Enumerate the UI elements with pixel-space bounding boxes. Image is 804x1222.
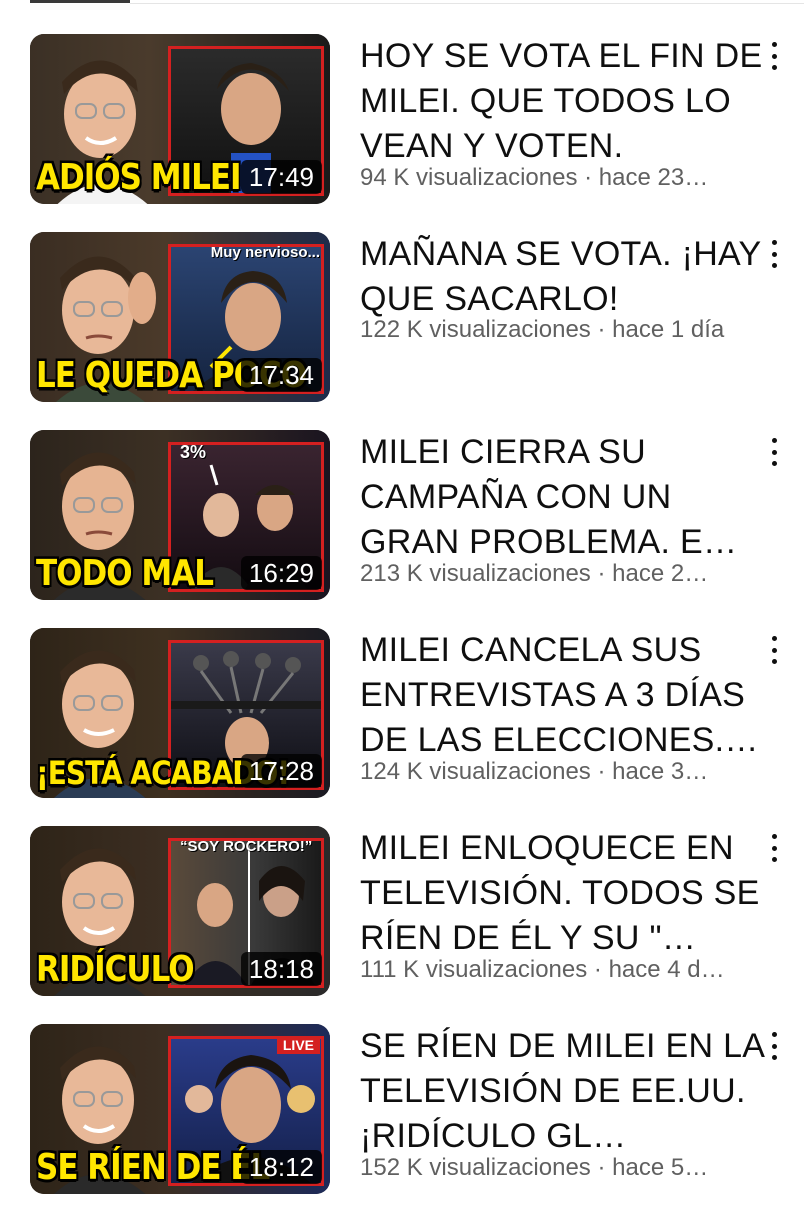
video-meta: 213 K visualizaciones · hace 2… — [360, 560, 709, 587]
video-thumbnail[interactable]: ¡ESTÁ ACABADO! 17:28 — [30, 628, 330, 798]
video-title[interactable]: MILEI ENLOQUECE EN TELEVISIÓN. TODOS SE … — [360, 826, 780, 961]
video-meta: 94 K visualizaciones · hace 23… — [360, 164, 709, 191]
video-meta: 111 K visualizaciones · hace 4 d… — [360, 956, 725, 983]
video-thumbnail[interactable]: “SOY ROCKERO!” RIDÍCULO 18:18 — [30, 826, 330, 996]
video-title[interactable]: MAÑANA SE VOTA. ¡HAY QUE SACARLO! — [360, 232, 780, 322]
video-title[interactable]: HOY SE VOTA EL FIN DE MILEI. QUE TODOS L… — [360, 34, 780, 169]
video-title[interactable]: MILEI CIERRA SU CAMPAÑA CON UN GRAN PROB… — [360, 430, 780, 565]
video-meta: 124 K visualizaciones · hace 3… — [360, 758, 709, 785]
video-title[interactable]: MILEI CANCELA SUS ENTREVISTAS A 3 DÍAS D… — [360, 628, 780, 763]
thumbnail-tag: “SOY ROCKERO!” — [180, 838, 313, 855]
thumbnail-tag: 3% — [180, 442, 207, 462]
video-thumbnail[interactable]: LIVE SE RÍEN DE ÉL 18:12 — [30, 1024, 330, 1194]
more-options-icon[interactable] — [766, 42, 782, 70]
duration-badge: 16:29 — [240, 556, 322, 590]
thumbnail-caption: ADIÓS MILEI — [36, 156, 242, 198]
duration-badge: 17:49 — [240, 160, 322, 194]
more-options-icon[interactable] — [766, 240, 782, 268]
more-options-icon[interactable] — [766, 636, 782, 664]
video-title[interactable]: SE RÍEN DE MILEI EN LA TELEVISIÓN DE EE.… — [360, 1024, 780, 1159]
more-options-icon[interactable] — [766, 834, 782, 862]
top-divider — [0, 0, 804, 4]
video-item[interactable]: ADIÓS MILEI 17:49 HOY SE VOTA EL FIN DE … — [0, 34, 804, 232]
thumbnail-tag: Muy nervioso... — [210, 244, 320, 261]
video-item[interactable]: 3% TODO MAL 16:29 MILEI CIERRA SU CAMPAÑ… — [0, 430, 804, 628]
duration-badge: 18:18 — [240, 952, 322, 986]
duration-badge: 18:12 — [240, 1150, 322, 1184]
duration-badge: 17:34 — [240, 358, 322, 392]
active-tab-indicator — [30, 0, 130, 3]
duration-badge: 17:28 — [240, 754, 322, 788]
thumbnail-caption: RIDÍCULO — [36, 948, 195, 990]
video-item[interactable]: “SOY ROCKERO!” RIDÍCULO 18:18 MILEI ENLO… — [0, 826, 804, 1024]
thumbnail-caption: TODO MAL — [36, 552, 214, 594]
video-thumbnail[interactable]: ADIÓS MILEI 17:49 — [30, 34, 330, 204]
video-item[interactable]: ¡ESTÁ ACABADO! 17:28 MILEI CANCELA SUS E… — [0, 628, 804, 826]
video-thumbnail[interactable]: Muy nervioso... LE QUEDA POCO 17:34 — [30, 232, 330, 402]
more-options-icon[interactable] — [766, 1032, 782, 1060]
divider-line — [130, 3, 804, 4]
more-options-icon[interactable] — [766, 438, 782, 466]
video-item[interactable]: LIVE SE RÍEN DE ÉL 18:12 SE RÍEN DE MILE… — [0, 1024, 804, 1222]
video-meta: 152 K visualizaciones · hace 5… — [360, 1154, 709, 1181]
video-item[interactable]: Muy nervioso... LE QUEDA POCO 17:34 MAÑA… — [0, 232, 804, 430]
thumbnail-caption: SE RÍEN DE ÉL — [36, 1146, 270, 1188]
live-badge: LIVE — [276, 1036, 320, 1054]
video-meta: 122 K visualizaciones · hace 1 día — [360, 316, 725, 343]
video-thumbnail[interactable]: 3% TODO MAL 16:29 — [30, 430, 330, 600]
